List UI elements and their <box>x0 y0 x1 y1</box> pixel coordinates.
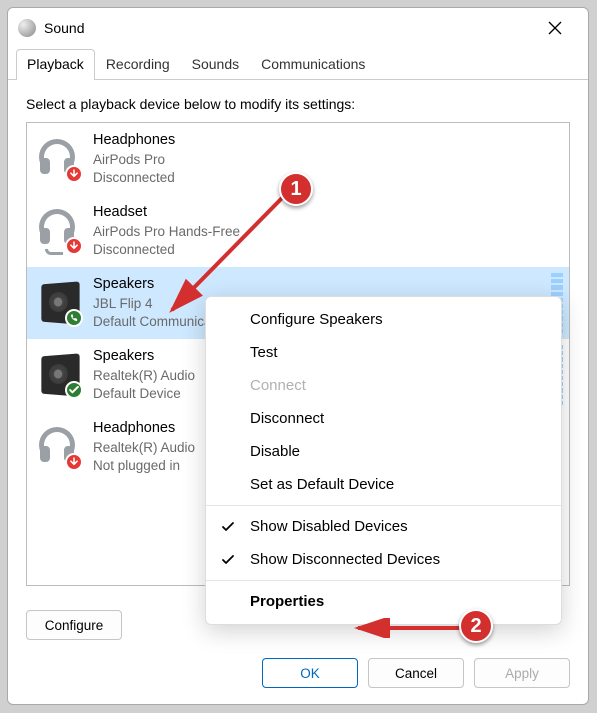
speaker-icon <box>37 281 81 325</box>
instruction-text: Select a playback device below to modify… <box>26 96 570 112</box>
device-name: Headphones <box>93 131 175 151</box>
tab-recording[interactable]: Recording <box>95 49 181 80</box>
device-name: Speakers <box>93 275 285 295</box>
device-status: Disconnected <box>93 169 175 187</box>
headset-icon <box>37 209 81 253</box>
device-sub: AirPods Pro Hands-Free <box>93 223 240 241</box>
menu-label: Show Disabled Devices <box>250 518 408 535</box>
ok-button[interactable]: OK <box>262 658 358 688</box>
close-icon <box>548 21 562 35</box>
menu-show-disabled[interactable]: Show Disabled Devices <box>206 510 561 543</box>
tab-playback[interactable]: Playback <box>16 49 95 80</box>
configure-button[interactable]: Configure <box>26 610 122 640</box>
tab-communications[interactable]: Communications <box>250 49 376 80</box>
default-comm-badge-icon <box>65 309 83 327</box>
window-title: Sound <box>44 20 84 36</box>
sound-app-icon <box>18 19 36 37</box>
menu-properties[interactable]: Properties <box>206 585 561 618</box>
menu-test[interactable]: Test <box>206 336 561 369</box>
cancel-button[interactable]: Cancel <box>368 658 464 688</box>
annotation-marker-1: 1 <box>279 172 313 206</box>
annotation-marker-2: 2 <box>459 609 493 643</box>
context-menu: Configure Speakers Test Connect Disconne… <box>205 296 562 625</box>
checkmark-icon <box>220 552 236 568</box>
headphone-icon <box>37 425 81 469</box>
speaker-icon <box>37 353 81 397</box>
headphone-icon <box>37 137 81 181</box>
device-name: Headset <box>93 203 240 223</box>
device-name: Speakers <box>93 347 195 367</box>
disconnected-badge-icon <box>65 237 83 255</box>
menu-disable[interactable]: Disable <box>206 435 561 468</box>
device-sub: AirPods Pro <box>93 151 175 169</box>
menu-disconnect[interactable]: Disconnect <box>206 402 561 435</box>
dialog-footer: OK Cancel Apply <box>8 648 588 704</box>
apply-button: Apply <box>474 658 570 688</box>
device-status: Default Device <box>93 385 195 403</box>
checkmark-icon <box>220 519 236 535</box>
menu-set-default[interactable]: Set as Default Device <box>206 468 561 501</box>
device-status: Disconnected <box>93 241 240 259</box>
menu-separator <box>206 505 561 506</box>
tab-strip: Playback Recording Sounds Communications <box>8 48 588 80</box>
device-name: Headphones <box>93 419 195 439</box>
menu-show-disconnected[interactable]: Show Disconnected Devices <box>206 543 561 576</box>
device-sub: Realtek(R) Audio <box>93 439 195 457</box>
close-button[interactable] <box>532 12 578 44</box>
device-sub: Realtek(R) Audio <box>93 367 195 385</box>
disconnected-badge-icon <box>65 165 83 183</box>
tab-sounds[interactable]: Sounds <box>181 49 250 80</box>
menu-separator <box>206 580 561 581</box>
menu-configure-speakers[interactable]: Configure Speakers <box>206 303 561 336</box>
titlebar: Sound <box>8 8 588 48</box>
default-badge-icon <box>65 381 83 399</box>
menu-connect: Connect <box>206 369 561 402</box>
device-status: Not plugged in <box>93 457 195 475</box>
menu-label: Show Disconnected Devices <box>250 551 440 568</box>
unplugged-badge-icon <box>65 453 83 471</box>
